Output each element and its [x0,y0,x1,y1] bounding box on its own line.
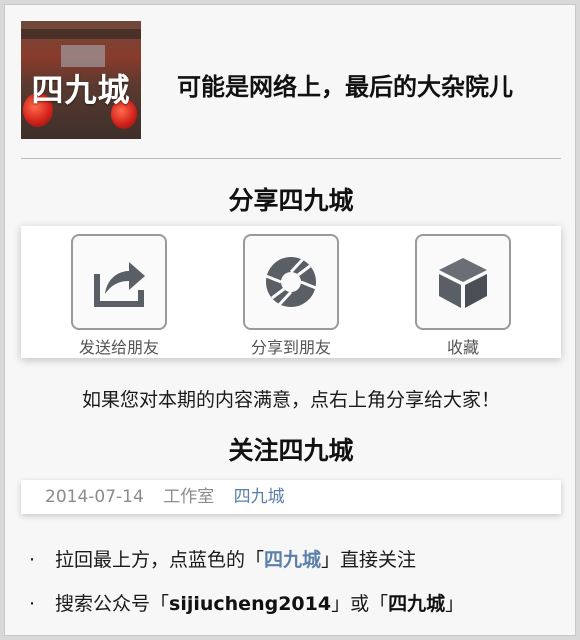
share-to-moments-button[interactable]: 分享到朋友 [221,226,361,358]
instruction-text: 」 [445,593,465,615]
divider [21,158,561,159]
studio-label: 工作室 [163,487,215,507]
share-section-title: 分享四九城 [228,186,354,215]
share-to-moments-label: 分享到朋友 [250,338,331,357]
share-button-frame [415,234,511,330]
publish-date: 2014-07-14 [45,487,144,507]
account-name-link[interactable]: 四九城 [264,549,321,571]
account-name-text: 四九城 [388,593,446,615]
aperture-icon [265,257,317,307]
share-button-frame [71,234,167,330]
follow-section-title: 关注四九城 [228,436,354,465]
header: 四九城 可能是网络上，最后的大杂院儿 [21,21,561,143]
instruction-text: 拉回最上方，点蓝色的「 [55,549,265,571]
instruction-text: 」直接关注 [321,549,417,571]
favorite-label: 收藏 [446,338,479,357]
article-page: 四九城 可能是网络上，最后的大杂院儿 分享四九城 发送给朋友 分享到朋友 收藏 … [4,4,576,636]
instruction-text: 」或「 [331,593,389,615]
send-to-friend-label: 发送给朋友 [78,338,159,357]
share-tip-text: 如果您对本期的内容满意，点右上角分享给大家！ [81,389,500,411]
logo-image: 四九城 [21,21,141,139]
page-slogan: 可能是网络上，最后的大杂院儿 [177,72,513,101]
send-to-friend-button[interactable]: 发送给朋友 [49,226,189,358]
account-id-text: sijiucheng2014 [169,593,332,615]
instruction-text: 搜索公众号「 [55,593,170,615]
article-meta-bar: 2014-07-14 工作室 四九城 [21,480,561,514]
share-arrow-icon [94,262,145,307]
cube-icon [439,258,487,308]
account-link[interactable]: 四九城 [234,487,285,507]
share-button-frame [243,234,339,330]
bullet-dot: · [29,549,36,571]
share-panel: 发送给朋友 分享到朋友 收藏 [21,226,561,358]
favorite-button[interactable]: 收藏 [393,226,533,358]
list-item: · 搜索公众号「sijiucheng2014」或「四九城」 [29,587,569,631]
follow-instructions: · 拉回最上方，点蓝色的「四九城」直接关注 · 搜索公众号「sijiucheng20… [29,543,569,631]
logo-text: 四九城 [31,71,131,109]
list-item: · 拉回最上方，点蓝色的「四九城」直接关注 [29,543,569,587]
bullet-dot: · [29,593,36,615]
